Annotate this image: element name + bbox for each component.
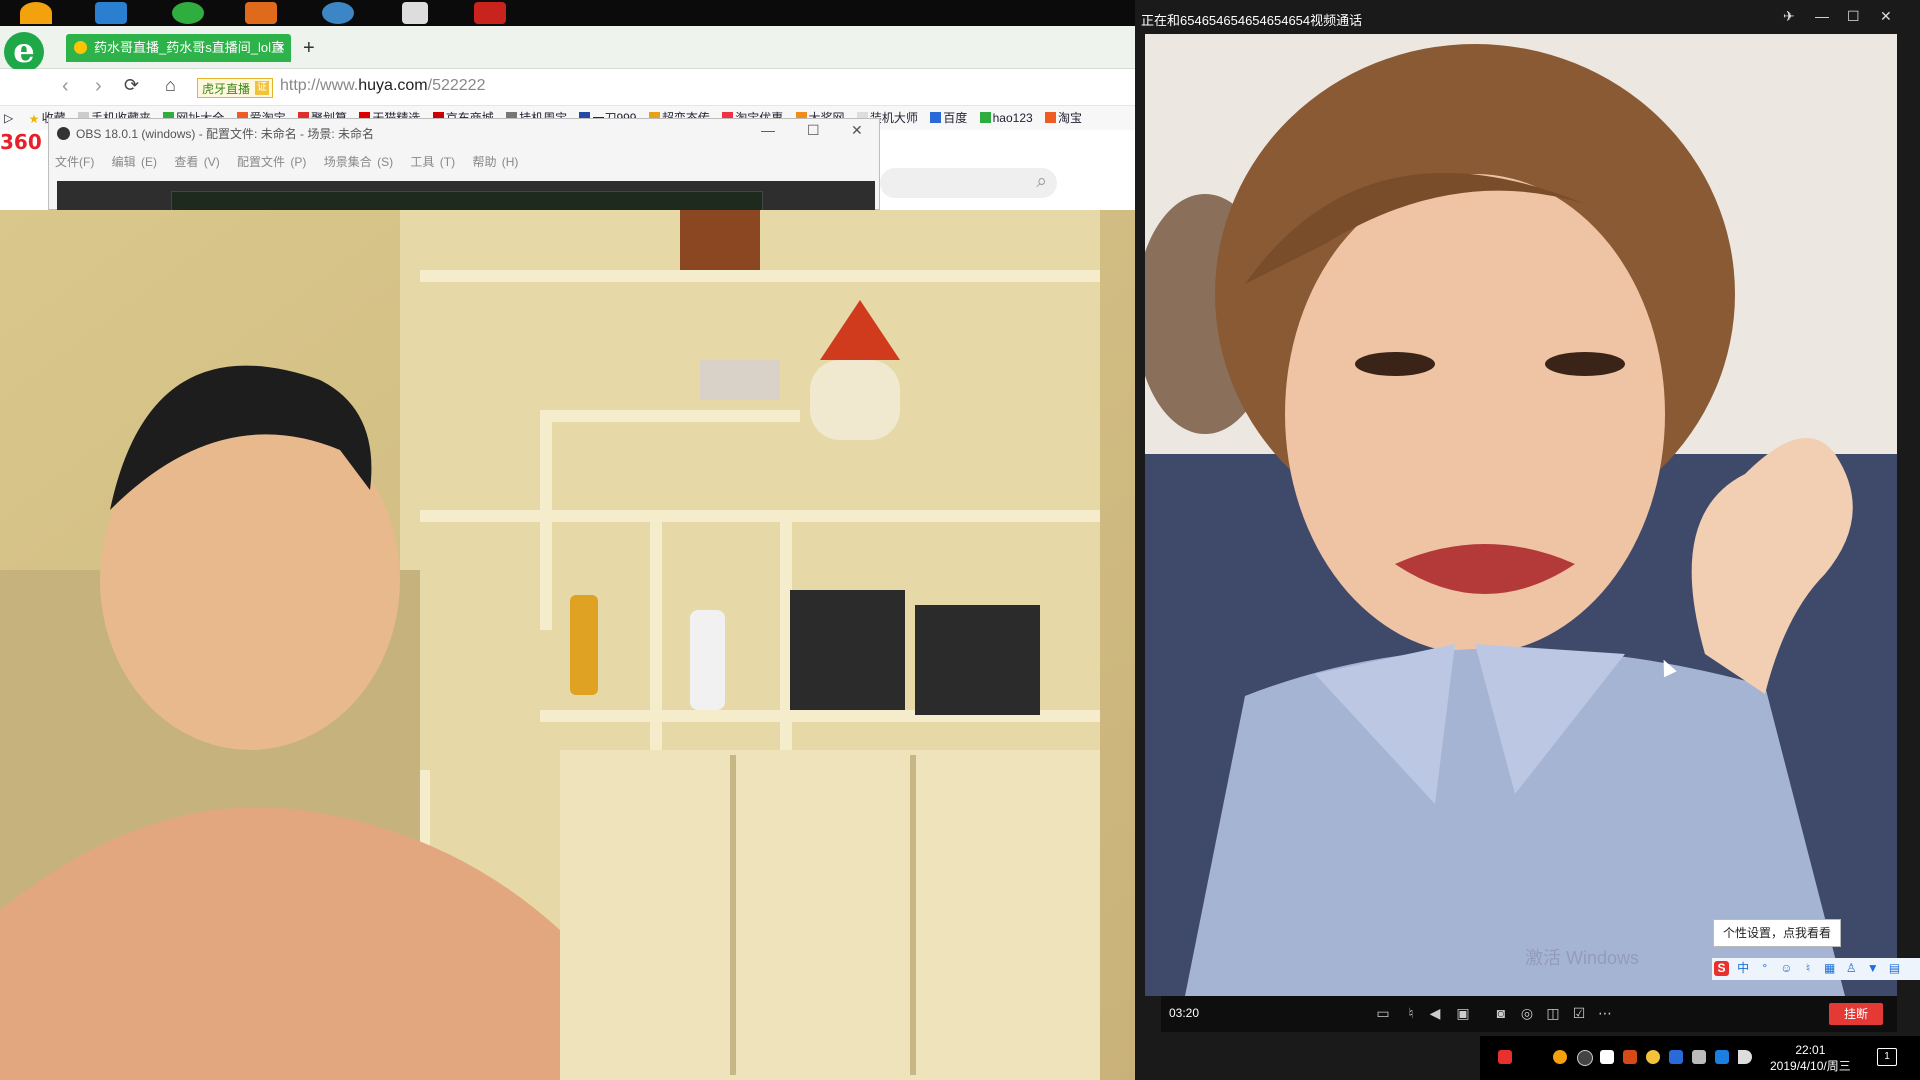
toolbox-icon[interactable]: ▤ xyxy=(1887,961,1902,976)
obs-window: OBS 18.0.1 (windows) - 配置文件: 未命名 - 场景: 未… xyxy=(48,118,880,213)
maximize-icon[interactable]: ☐ xyxy=(1847,8,1860,25)
bookmarks-expand-icon[interactable]: ▷ xyxy=(4,111,13,125)
chinese-mode-icon[interactable]: 中 xyxy=(1736,961,1751,976)
sogou-icon[interactable] xyxy=(245,2,277,24)
webcam-scene xyxy=(0,210,1160,1080)
tab-title: 药水哥直播_药水哥s直播间_lol直 xyxy=(94,40,284,55)
navigation-bar: ‹ › ⟳ ⌂ 虎牙直播 证 http://www.huya.com/52222… xyxy=(0,69,1135,105)
obs-menu-bar: 文件(F) 编辑 (E) 查看 (V) 配置文件 (P) 场景集合 (S) 工具… xyxy=(55,153,530,170)
chat-icon[interactable]: ▭ xyxy=(1373,1005,1393,1021)
screenshot-icon[interactable]: ◙ xyxy=(1491,1005,1511,1021)
close-tab-icon[interactable]: × xyxy=(276,34,285,62)
sogou-tray-icon[interactable] xyxy=(1498,1050,1512,1064)
pin-icon[interactable]: ✈ xyxy=(1783,8,1795,25)
menu-profile[interactable]: 配置文件 (P) xyxy=(237,155,306,169)
address-bar[interactable]: http://www.huya.com/522222 xyxy=(280,77,485,95)
menu-tools[interactable]: 工具 (T) xyxy=(410,155,455,169)
qq-icon[interactable] xyxy=(20,2,52,24)
browser-desktop-icon[interactable] xyxy=(172,2,204,24)
share-icon[interactable]: ☑ xyxy=(1569,1005,1589,1021)
url-domain: huya.com xyxy=(358,77,428,94)
streamer-webcam-feed xyxy=(0,210,1160,1080)
url-prefix: http://www. xyxy=(280,77,359,94)
clock-time: 22:01 xyxy=(1795,1043,1826,1057)
maximize-icon[interactable]: ☐ xyxy=(807,122,820,139)
browser-logo-icon[interactable]: e xyxy=(4,32,44,72)
bookmark-item[interactable]: 百度 xyxy=(930,106,967,130)
menu-help[interactable]: 帮助 (H) xyxy=(472,155,518,169)
menu-file[interactable]: 文件(F) xyxy=(55,155,94,169)
close-icon[interactable]: ✕ xyxy=(851,122,863,139)
obs-title: OBS 18.0.1 (windows) - 配置文件: 未命名 - 场景: 未… xyxy=(57,125,374,142)
display-tray-icon[interactable] xyxy=(1692,1050,1706,1064)
menu-view[interactable]: 查看 (V) xyxy=(174,155,219,169)
keyboard-icon[interactable]: ▦ xyxy=(1822,961,1837,976)
caller-scene: 激活 Windows xyxy=(1145,34,1897,996)
ime-tooltip[interactable]: 个性设置，点我看看 xyxy=(1713,919,1841,947)
browser-tab-bar: e 药水哥直播_药水哥s直播间_lol直 × + xyxy=(0,26,1135,72)
close-icon[interactable]: ✕ xyxy=(1880,8,1892,25)
minimize-icon[interactable]: — xyxy=(1815,8,1829,24)
back-icon[interactable]: ‹ xyxy=(62,75,69,98)
game-icon[interactable] xyxy=(474,2,506,24)
desktop-icon-strip xyxy=(0,0,1135,26)
windows-watermark: 激活 Windows xyxy=(1525,948,1639,968)
qq-tray-icon[interactable] xyxy=(1553,1050,1567,1064)
volume-icon[interactable] xyxy=(1738,1050,1752,1064)
new-tab-button[interactable]: + xyxy=(303,34,315,62)
hangup-button[interactable]: 挂断 xyxy=(1829,1003,1883,1025)
computer-icon[interactable] xyxy=(95,2,127,24)
call-timer: 03:20 xyxy=(1169,1006,1200,1020)
system-clock[interactable]: 22:01 2019/4/10/周三 xyxy=(1770,1042,1851,1074)
tp-tray-icon[interactable] xyxy=(1600,1050,1614,1064)
menu-scene-collection[interactable]: 场景集合 (S) xyxy=(324,155,393,169)
menu-edit[interactable]: 编辑 (E) xyxy=(112,155,157,169)
notification-center-icon[interactable]: 1 xyxy=(1877,1048,1897,1066)
page-search-box[interactable]: ⌕ xyxy=(880,168,1057,198)
user-icon[interactable]: ♙ xyxy=(1844,961,1859,976)
video-call-window: 正在和654654654654654654视频通话 ✈ — ☐ ✕ 激活 Win… xyxy=(1135,0,1920,1080)
url-path: /522222 xyxy=(427,77,486,94)
network-icon[interactable] xyxy=(322,2,354,24)
caller-video-feed: 激活 Windows xyxy=(1145,34,1897,996)
document-icon[interactable] xyxy=(402,2,428,24)
taskbar-tray: 22:01 2019/4/10/周三 1 xyxy=(1480,1036,1920,1080)
obs-logo-icon xyxy=(57,127,70,140)
site-badge-label: 虎牙直播 xyxy=(202,82,251,96)
record-icon[interactable]: ◎ xyxy=(1517,1005,1537,1021)
voice-input-icon[interactable]: ♮ xyxy=(1801,961,1816,976)
layout-icon[interactable]: ◫ xyxy=(1543,1005,1563,1021)
microphone-icon[interactable]: ♮ xyxy=(1401,1005,1421,1021)
app-tray-icon[interactable] xyxy=(1623,1050,1637,1064)
home-icon[interactable]: ⌂ xyxy=(165,75,176,96)
g-tray-icon[interactable] xyxy=(1646,1050,1660,1064)
obs-preview[interactable] xyxy=(57,181,875,213)
steam-tray-icon[interactable] xyxy=(1577,1050,1593,1066)
site-badge[interactable]: 虎牙直播 证 xyxy=(197,78,273,98)
ime-toolbar: S 中 ° ☺ ♮ ▦ ♙ ▼ ▤ xyxy=(1712,958,1920,980)
minimize-icon[interactable]: — xyxy=(761,122,775,138)
call-toolbar: 03:20 ▭ ♮ ◀ ▣ ◙ ◎ ◫ ☑ ⋯ 挂断 xyxy=(1161,996,1897,1032)
page-logo: 360 xyxy=(0,130,42,154)
refresh-icon[interactable]: ⟳ xyxy=(124,75,139,96)
clock-date: 2019/4/10/周三 xyxy=(1770,1059,1851,1073)
huya-favicon-icon xyxy=(74,41,87,54)
sogou-ime-icon[interactable]: S xyxy=(1714,961,1729,976)
more-icon[interactable]: ⋯ xyxy=(1595,1005,1615,1021)
speaker-icon[interactable]: ◀ xyxy=(1425,1005,1445,1021)
browser-tab[interactable]: 药水哥直播_药水哥s直播间_lol直 × xyxy=(66,34,291,62)
punctuation-icon[interactable]: ° xyxy=(1757,961,1772,976)
call-title: 正在和654654654654654654视频通话 xyxy=(1141,13,1363,28)
verified-mark: 证 xyxy=(255,81,269,95)
search-icon[interactable]: ⌕ xyxy=(1036,171,1047,193)
camera-off-icon[interactable]: ▣ xyxy=(1453,1005,1473,1021)
security-tray-icon[interactable] xyxy=(1715,1050,1729,1064)
network-tray-icon[interactable] xyxy=(1669,1050,1683,1064)
bookmark-item[interactable]: 淘宝 xyxy=(1045,106,1082,130)
emoji-icon[interactable]: ☺ xyxy=(1779,961,1794,976)
bookmark-item[interactable]: hao123 xyxy=(979,106,1033,130)
skin-icon[interactable]: ▼ xyxy=(1865,961,1880,976)
forward-icon[interactable]: › xyxy=(95,75,102,98)
